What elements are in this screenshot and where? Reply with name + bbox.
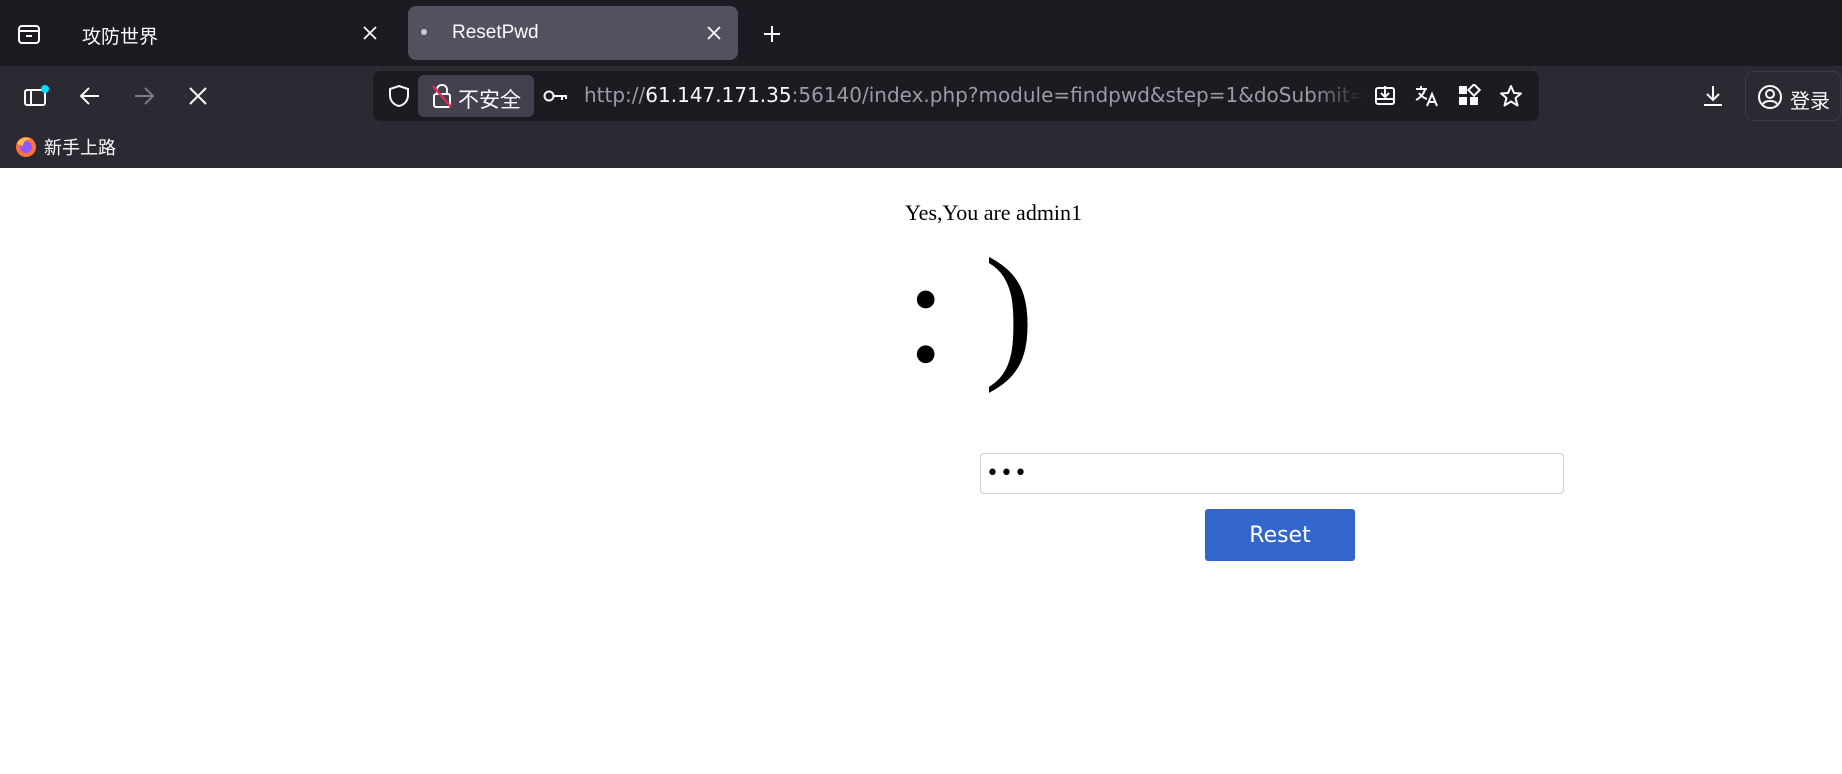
new-password-field[interactable] — [980, 453, 1564, 494]
result-message: Yes,You are admin1 — [905, 200, 1083, 225]
close-icon — [363, 26, 377, 40]
tab-gongfang[interactable]: 攻防世界 — [64, 6, 394, 60]
account-icon — [1758, 85, 1782, 109]
save-to-device-icon — [1375, 86, 1395, 105]
stop-loading-button[interactable] — [178, 77, 218, 115]
arrow-right-icon — [135, 87, 155, 105]
firefox-icon — [16, 137, 36, 157]
insecure-label: 不安全 — [458, 89, 521, 112]
url-host: 61.147.171.35 — [645, 83, 792, 107]
save-page-button[interactable] — [1369, 80, 1401, 112]
reset-button[interactable]: Reset — [1205, 509, 1355, 561]
forward-button[interactable] — [124, 77, 164, 115]
tab-manager-button[interactable] — [12, 18, 46, 50]
navigation-toolbar: 不安全 http://61.147.171.35:56140/index.php… — [0, 66, 1842, 126]
translate-button[interactable] — [1411, 80, 1443, 112]
extensions-button[interactable] — [1453, 80, 1485, 112]
tab-list-icon — [18, 25, 40, 44]
close-icon — [189, 87, 207, 105]
url-fade — [1313, 75, 1363, 117]
sidebar-button[interactable] — [16, 77, 56, 115]
bookmarks-toolbar: 新手上路 — [0, 126, 1842, 168]
tab-close-button[interactable] — [702, 21, 726, 45]
login-label: 登录 — [1790, 91, 1830, 113]
insecure-lock-icon — [432, 83, 452, 108]
key-icon — [543, 90, 567, 102]
new-tab-button[interactable] — [756, 18, 788, 50]
tab-resetpwd[interactable]: ResetPwd — [408, 6, 738, 60]
shield-icon — [389, 84, 409, 108]
star-icon — [1500, 85, 1522, 107]
downloads-button[interactable] — [1693, 77, 1733, 115]
tab-close-button[interactable] — [358, 21, 382, 45]
address-bar[interactable]: 不安全 http://61.147.171.35:56140/index.php… — [373, 71, 1539, 121]
plus-icon — [764, 26, 780, 42]
site-security-button[interactable]: 不安全 — [418, 75, 534, 117]
url-scheme: http:// — [584, 83, 646, 107]
tab-strip: 攻防世界 ResetPwd — [0, 0, 1842, 66]
account-login-button[interactable]: 登录 — [1745, 71, 1841, 121]
back-button[interactable] — [70, 77, 110, 115]
close-icon — [707, 26, 721, 40]
url-path: :56140/index.php?module=findpwd&step=1&d… — [791, 83, 1362, 107]
page-content: Yes,You are admin1 : ) Reset — [0, 168, 1842, 774]
tab-title: ResetPwd — [452, 22, 539, 43]
loading-dot-icon — [421, 29, 427, 35]
tracking-protection-button[interactable] — [383, 80, 415, 112]
bookmark-label: 新手上路 — [44, 138, 116, 158]
sidebar-icon — [24, 85, 49, 106]
translate-icon — [1415, 86, 1438, 107]
bookmark-getting-started[interactable]: 新手上路 — [14, 132, 116, 162]
tab-title: 攻防世界 — [82, 27, 159, 48]
smiley-face: : ) — [905, 228, 1035, 394]
download-icon — [1704, 86, 1722, 106]
saved-logins-button[interactable] — [541, 81, 571, 111]
arrow-left-icon — [79, 87, 99, 105]
grid-apps-icon — [1459, 84, 1481, 105]
url-text[interactable]: http://61.147.171.35:56140/index.php?mod… — [584, 83, 1362, 107]
bookmark-star-button[interactable] — [1495, 80, 1527, 112]
